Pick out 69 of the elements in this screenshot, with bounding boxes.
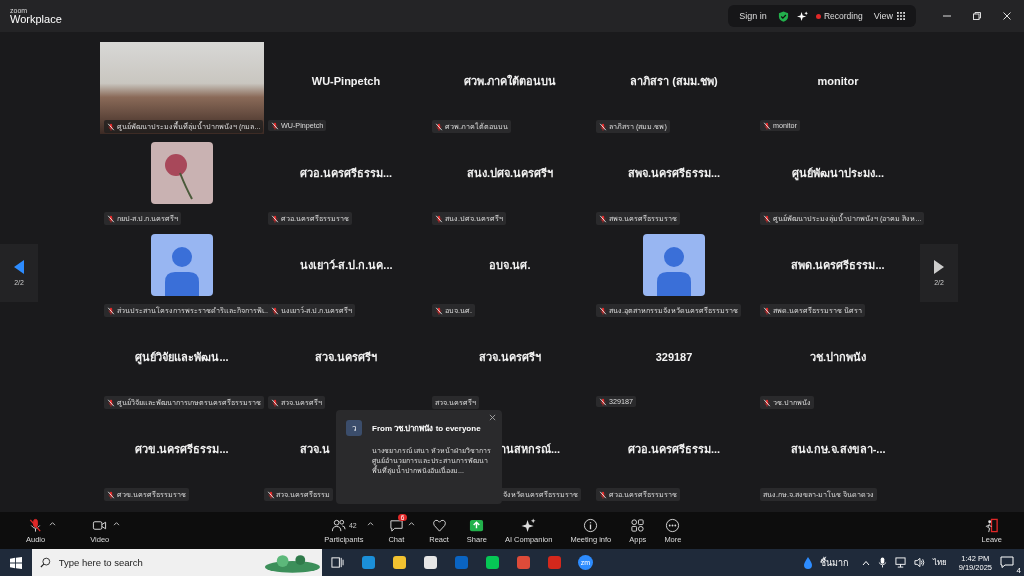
participant-name: านสหกรณ์... bbox=[500, 442, 561, 457]
chevron-up-icon[interactable] bbox=[861, 559, 870, 566]
taskbar-search-field[interactable]: Type here to search bbox=[32, 549, 322, 576]
sparkle-icon bbox=[521, 517, 537, 533]
windows-start-icon[interactable] bbox=[10, 556, 22, 569]
participant-name: ลาภิสรา (สมม.ชพ) bbox=[630, 74, 718, 89]
participant-name: สพด.นครศรีธรรม... bbox=[791, 258, 885, 273]
weather-text[interactable]: ชื้นมาก bbox=[819, 555, 848, 570]
participant-name: ศวอ.นครศรีธรรม... bbox=[299, 166, 393, 181]
apps-icon bbox=[630, 517, 646, 533]
caret-icon[interactable] bbox=[113, 520, 121, 526]
microphone-icon[interactable] bbox=[877, 557, 887, 568]
recording-indicator[interactable]: Recording bbox=[815, 11, 863, 21]
participant-name: อบจ.นศ. bbox=[489, 258, 531, 273]
task-view-icon bbox=[331, 556, 344, 569]
pdf-icon bbox=[548, 556, 561, 569]
folder-icon bbox=[393, 556, 406, 569]
participant-name: 329187 bbox=[655, 351, 693, 363]
caret-icon[interactable] bbox=[49, 520, 57, 526]
chat-sender-title: From วช.ปากพนัง to everyone bbox=[372, 422, 481, 435]
participant-name: ศูนย์พัฒนาประมง... bbox=[791, 166, 885, 182]
browser-icon bbox=[517, 556, 530, 569]
search-input[interactable]: Type here to search bbox=[56, 556, 258, 569]
mail-icon bbox=[455, 556, 468, 569]
restore-icon[interactable] bbox=[972, 11, 982, 21]
participant-name: ศูนย์วิจัยและพัฒน... bbox=[135, 350, 229, 366]
profile-photo-placeholder bbox=[151, 142, 213, 204]
chat-app-icon bbox=[486, 556, 499, 569]
participant-name: นงเยาว์-ส.ป.ก.นค... bbox=[299, 258, 393, 273]
participant-name: สนง.ปศจ.นครศรีฯ bbox=[466, 166, 554, 181]
sparkle-icon bbox=[796, 10, 808, 22]
microphone-icon bbox=[28, 517, 44, 533]
sender-avatar: ว bbox=[346, 420, 362, 436]
language-indicator[interactable]: ไทย bbox=[932, 556, 947, 569]
participant-name: สวจ.นครศรีฯ bbox=[478, 350, 542, 365]
grid-icon bbox=[897, 12, 905, 20]
store-icon bbox=[424, 556, 437, 569]
browser-icon bbox=[362, 556, 375, 569]
participant-name: ศวอ.นครศรีธรรม... bbox=[627, 442, 721, 457]
heart-icon bbox=[431, 517, 447, 533]
participant-name: วช.ปากพนัง bbox=[809, 350, 867, 365]
sign-in-button[interactable]: Sign in bbox=[736, 11, 770, 21]
info-icon bbox=[583, 517, 599, 533]
brand-text: Workplace bbox=[10, 14, 62, 25]
participant-name: WU-Pinpetch bbox=[311, 75, 381, 87]
more-icon bbox=[665, 517, 681, 533]
share-icon bbox=[469, 517, 485, 533]
participant-name: สวจ.นครศรีฯ bbox=[314, 350, 378, 365]
view-button[interactable]: View bbox=[870, 11, 908, 21]
caret-icon[interactable] bbox=[408, 520, 416, 526]
participant-name: สพจ.นครศรีธรรม... bbox=[627, 166, 721, 181]
caret-icon[interactable] bbox=[367, 520, 375, 526]
participant-name: ศวพ.ภาคใต้ตอนบน bbox=[463, 73, 557, 89]
participant-name: ศวข.นครศรีธรรม... bbox=[135, 442, 229, 457]
right-arrow-icon bbox=[934, 260, 944, 274]
chat-bubble-icon bbox=[1000, 555, 1014, 568]
network-icon[interactable] bbox=[894, 557, 906, 568]
avatar-silhouette bbox=[151, 234, 213, 296]
participant-name: monitor bbox=[817, 75, 859, 87]
participant-name: สนง.กษ.จ.สงขลา-... bbox=[790, 442, 886, 457]
speaker-icon[interactable] bbox=[913, 557, 925, 568]
avatar-silhouette bbox=[643, 234, 705, 296]
participant-name: สวจ.น bbox=[299, 442, 330, 457]
shield-check-icon bbox=[777, 10, 789, 22]
water-drop-icon bbox=[803, 556, 812, 569]
search-icon bbox=[40, 557, 51, 568]
exit-icon bbox=[984, 517, 1000, 533]
close-icon[interactable] bbox=[489, 414, 496, 421]
left-arrow-icon bbox=[14, 260, 24, 274]
